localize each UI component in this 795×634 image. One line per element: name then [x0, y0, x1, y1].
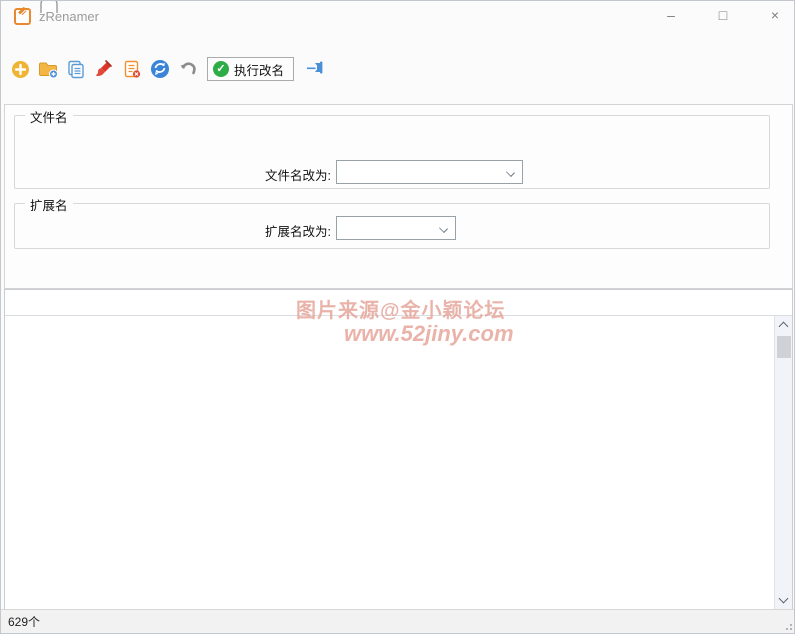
- copy-list-icon[interactable]: [65, 58, 87, 80]
- file-table: [4, 289, 793, 610]
- extension-rename-label: 扩展名改为:: [265, 225, 331, 239]
- refresh-icon[interactable]: [149, 58, 171, 80]
- remove-list-icon[interactable]: [121, 58, 143, 80]
- toolbar: ✓ 执行改名: [1, 55, 794, 83]
- minimize-button[interactable]: –: [662, 7, 680, 23]
- tab-bar: [4, 83, 793, 105]
- resize-grip-icon[interactable]: [782, 620, 792, 630]
- app-title: zRenamer: [39, 9, 99, 24]
- filename-groupbox: 文件名 文件名改为:: [14, 107, 770, 189]
- clean-brush-icon[interactable]: [93, 58, 115, 80]
- scrollbar-track[interactable]: [775, 333, 793, 592]
- add-files-icon[interactable]: [9, 58, 31, 80]
- chevron-down-icon: [506, 168, 515, 177]
- execute-rename-button[interactable]: ✓ 执行改名: [207, 57, 295, 81]
- close-button[interactable]: ×: [766, 7, 784, 23]
- file-count: 629个: [8, 615, 41, 629]
- app-logo-icon: [14, 8, 31, 25]
- scroll-up-icon[interactable]: [775, 316, 793, 333]
- undo-icon[interactable]: [177, 58, 199, 80]
- maximize-button[interactable]: □: [714, 7, 732, 23]
- menu-bar: [1, 29, 794, 55]
- extension-groupbox: 扩展名 扩展名改为:: [14, 195, 770, 249]
- filename-group-title: 文件名: [25, 107, 73, 126]
- title-bar: zRenamer – □ ×: [1, 1, 794, 29]
- filename-rename-label: 文件名改为:: [265, 169, 331, 183]
- table-header: [5, 290, 792, 316]
- app-window: zRenamer – □ × ✓ 执行改名 文件名 文件名改为: 扩展名 扩展名…: [0, 0, 795, 634]
- scroll-down-icon[interactable]: [775, 592, 793, 609]
- check-icon: ✓: [213, 61, 229, 77]
- add-folder-icon[interactable]: [37, 58, 59, 80]
- table-body: [5, 316, 774, 609]
- status-bar: 629个: [1, 609, 794, 633]
- vertical-scrollbar[interactable]: [774, 316, 792, 609]
- extension-rename-combobox[interactable]: [336, 216, 456, 240]
- extension-group-title: 扩展名: [25, 195, 73, 214]
- chevron-down-icon: [439, 224, 448, 233]
- tab-page-whole: 文件名 文件名改为: 扩展名 扩展名改为:: [4, 105, 793, 289]
- pin-icon[interactable]: [304, 58, 326, 80]
- filename-rename-combobox[interactable]: [336, 160, 523, 184]
- scrollbar-thumb[interactable]: [776, 336, 791, 358]
